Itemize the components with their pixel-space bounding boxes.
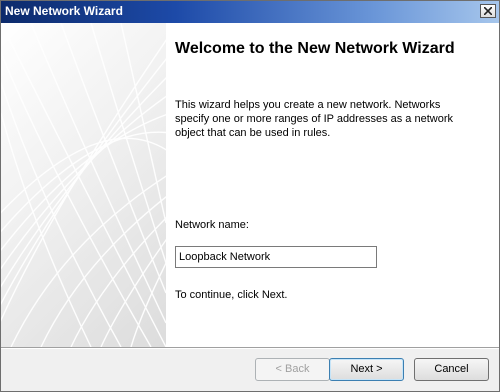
title-bar[interactable]: New Network Wizard — [1, 1, 499, 23]
window-title: New Network Wizard — [5, 4, 123, 18]
back-button[interactable]: < Back — [255, 358, 330, 381]
wizard-window: New Network Wizard Welcome to the New Ne… — [0, 0, 500, 392]
continue-instruction: To continue, click Next. — [175, 289, 288, 301]
page-title: Welcome to the New Network Wizard — [175, 40, 455, 57]
network-mesh-graphic — [1, 23, 166, 347]
close-icon — [484, 7, 492, 15]
wizard-side-graphic — [1, 23, 166, 347]
wizard-content: Welcome to the New Network Wizard This w… — [1, 23, 499, 347]
button-divider — [1, 347, 499, 349]
close-button[interactable] — [480, 4, 496, 18]
network-name-input[interactable] — [175, 246, 377, 268]
cancel-button[interactable]: Cancel — [414, 358, 489, 381]
wizard-main: Welcome to the New Network Wizard This w… — [175, 23, 493, 347]
next-button[interactable]: Next > — [329, 358, 404, 381]
wizard-description: This wizard helps you create a new netwo… — [175, 99, 453, 139]
network-name-label: Network name: — [175, 219, 249, 231]
